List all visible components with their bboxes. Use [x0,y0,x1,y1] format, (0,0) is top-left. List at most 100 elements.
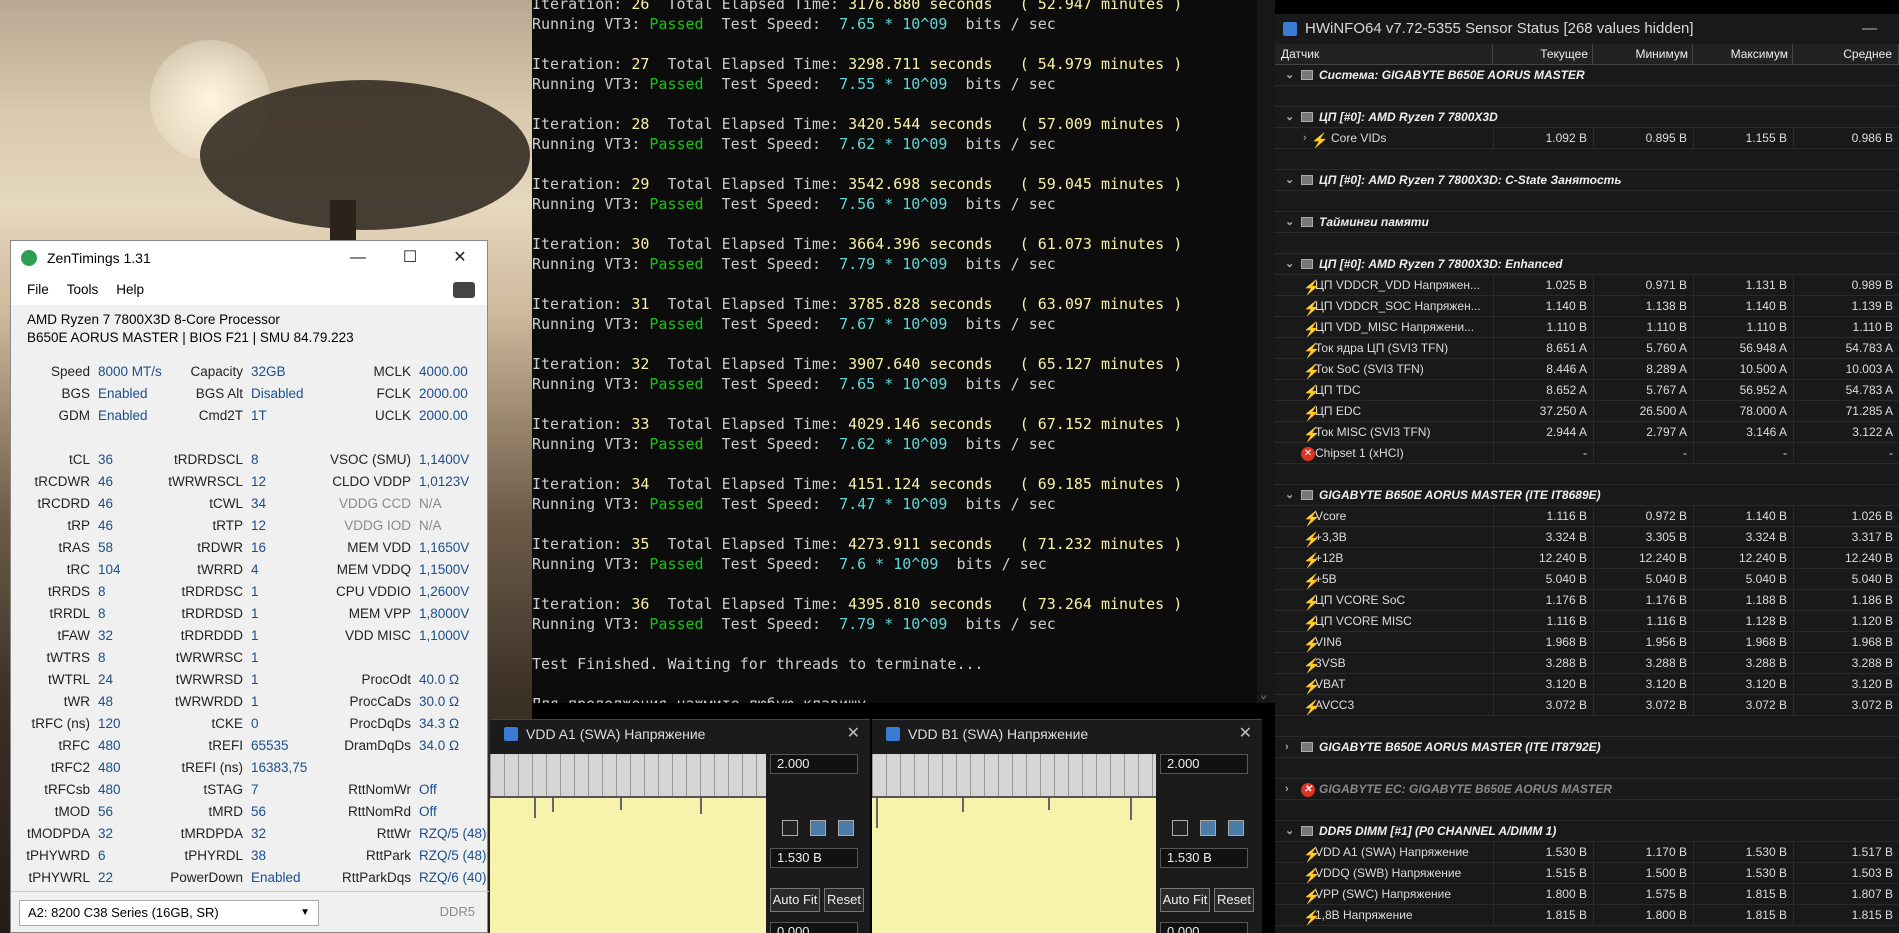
graph-a-min-field[interactable]: 0.000 [770,922,858,933]
sensor-current: 1.025 В [1493,275,1593,295]
sensor-row[interactable]: ⚡ ЦП VDDCR_SOC Напряжен... 1.140 В 1.138 В1… [1275,296,1899,317]
minimize-icon[interactable]: — [335,241,381,275]
sensor-row[interactable]: ⚡ +12В 12.240 В 12.240 В 12.240 В 12.240 В [1275,548,1899,569]
sensor-current: 2.944 A [1493,422,1593,442]
sensor-row[interactable]: ⚡ VDD A1 (SWA) Напряжение 1.530 В 1.170 В 1.… [1275,842,1899,863]
chevron-down-icon[interactable]: ⌄ [1285,65,1294,85]
sensor-group[interactable]: ⌄ DDR5 DIMM [#1] (P0 CHANNEL A/DIMM 1) [1275,821,1899,842]
chevron-right-icon[interactable]: › [1285,779,1289,799]
timing-row: tRRDL 8 tRDRDSD 1 MEM VPP 1,8000V [11,603,489,625]
timing-value: 8 [251,452,259,467]
graph-a-max-field[interactable]: 2.000 [770,754,858,774]
sensor-row[interactable]: ⚡ ЦП VDDCR_VDD Напряжен... 1.025 В 0.971 В1… [1275,275,1899,296]
sensor-row[interactable]: ⚡ VIN6 1.968 В 1.956 В 1.968 В 1.968 В [1275,632,1899,653]
sensor-row[interactable]: ⚡ Ток MISC (SVI3 TFN) 2.944 A 2.797 A 3.146 … [1275,422,1899,443]
console-iteration-line: Iteration: 33 Total Elapsed Time: 4029.1… [532,415,1183,433]
column-max[interactable]: Максимум [1693,44,1793,64]
sensor-row[interactable]: ⚡ 1,8В Напряжение 1.815 В 1.800 В 1.815 В 1.8… [1275,905,1899,926]
close-icon[interactable]: ✕ [847,720,860,748]
sensor-row[interactable]: ⚡ ЦП EDC 37.250 A 26.500 A 78.000 A 71.285 A [1275,401,1899,422]
graph-window-vdd-b1[interactable]: VDD B1 (SWA) Напряжение ✕ 2.000 1.530 В … [872,719,1262,933]
chevron-down-icon[interactable]: ⌄ [1285,170,1294,190]
zentimings-window[interactable]: ZenTimings 1.31 — ☐ ✕ File Tools Help AM… [10,240,489,933]
chevron-down-icon[interactable]: ⌄ [1285,212,1294,232]
graph-b-autofit-button[interactable]: Auto Fit [1160,888,1210,912]
timing-value: 2000.00 [419,408,468,423]
console-window[interactable]: Iteration: 26 Total Elapsed Time: 3176.8… [532,0,1275,703]
close-icon[interactable]: ✕ [437,241,483,275]
sensor-row[interactable]: ⚡ Vcore 1.116 В 0.972 В 1.140 В 1.026 В [1275,506,1899,527]
sensor-group[interactable]: ⌄ ЦП [#0]: AMD Ryzen 7 7800X3D: Enhanced [1275,254,1899,275]
sensor-row[interactable]: ⚡ AVCC3 3.072 В 3.072 В 3.072 В 3.072 В [1275,695,1899,716]
graph-b-option-checkbox[interactable] [1172,820,1188,836]
sensor-row[interactable]: ⚡ Ток ядра ЦП (SVI3 TFN) 8.651 A 5.760 A 56.… [1275,338,1899,359]
sensor-row[interactable]: ⚡ VDDQ (SWB) Напряжение 1.515 В 1.500 В 1.53… [1275,863,1899,884]
sensor-group[interactable]: › ✕ GIGABYTE EC: GIGABYTE B650E AORUS MAST… [1275,779,1899,800]
sensor-group[interactable]: ⌄ Система: GIGABYTE B650E AORUS MASTER [1275,65,1899,86]
graph-b-reset-button[interactable]: Reset [1214,888,1254,912]
sensor-row[interactable]: ⚡ ЦП VCORE MISC 1.116 В 1.116 В 1.128 В 1.120… [1275,611,1899,632]
column-min[interactable]: Минимум [1593,44,1693,64]
sensor-avg: 1.807 В [1793,884,1899,904]
column-avg[interactable]: Среднее [1793,44,1899,64]
sensor-row[interactable]: ⚡ ЦП VCORE SoC 1.176 В 1.176 В 1.188 В 1.186 … [1275,590,1899,611]
maximize-icon[interactable]: ☐ [387,241,433,275]
minimize-icon[interactable]: — [1862,14,1877,44]
sensor-row[interactable]: ⚡ ЦП VDD_MISC Напряжени... 1.110 В 1.110 В1… [1275,317,1899,338]
sensor-max: 1.815 В [1693,905,1793,925]
sensor-name: ЦП VCORE SoC [1315,593,1406,607]
close-icon[interactable]: ✕ [1239,720,1252,748]
sensor-group[interactable]: ⌄ GIGABYTE B650E AORUS MASTER (ITE IT8689… [1275,485,1899,506]
sensor-name: VPP (SWC) Напряжение [1315,887,1452,901]
dimm-select[interactable]: A2: 8200 C38 Series (16GB, SR) ▼ [19,900,319,926]
sensor-row[interactable]: ⚡ Ток SoC (SVI3 TFN) 8.446 A 8.289 A 10.500 … [1275,359,1899,380]
chevron-down-icon[interactable]: ⌄ [1285,821,1294,841]
sensor-group[interactable]: › GIGABYTE B650E AORUS MASTER (ITE IT8792… [1275,737,1899,758]
chevron-down-icon[interactable]: ⌄ [1285,485,1294,505]
timing-label: ProcOdt [361,672,411,687]
graph-a-option-checkbox[interactable] [782,820,798,836]
sensor-row[interactable]: ⚡ VBAT 3.120 В 3.120 В 3.120 В 3.120 В [1275,674,1899,695]
sensor-max: 1.530 В [1693,842,1793,862]
menu-file[interactable]: File [27,275,49,305]
graph-b-option-checkbox[interactable] [1228,820,1244,836]
graph-a-option-checkbox[interactable] [810,820,826,836]
sensor-group[interactable]: ⌄ Тайминги памяти [1275,212,1899,233]
chevron-down-icon[interactable]: ⌄ [1285,254,1294,274]
chevron-right-icon[interactable]: › [1303,128,1307,148]
console-vt3-line: Running VT3: Passed Test Speed: 7.67 * 1… [532,315,1056,333]
column-current[interactable]: Текущее [1493,44,1593,64]
screenshot-camera-icon[interactable] [453,282,475,298]
sensor-row[interactable]: ✕ Chipset 1 (xHCI) - - - - [1275,443,1899,464]
hwinfo-window[interactable]: HWiNFO64 v7.72-5355 Sensor Status [268 v… [1275,14,1899,933]
menu-tools[interactable]: Tools [67,275,99,305]
sensor-row[interactable]: ⚡ ЦП TDC 8.652 A 5.767 A 56.952 A 54.783 A [1275,380,1899,401]
scroll-down-icon[interactable]: ⌄ [1260,687,1267,701]
sensor-avg: 1.968 В [1793,632,1899,652]
graph-window-vdd-a1[interactable]: VDD A1 (SWA) Напряжение ✕ 2.000 1.530 В … [490,719,870,933]
graph-a-reset-button[interactable]: Reset [824,888,864,912]
sensor-group-name: DDR5 DIMM [#1] (P0 CHANNEL A/DIMM 1) [1319,824,1557,838]
graph-a-autofit-button[interactable]: Auto Fit [770,888,820,912]
timing-label: RttParkDqs [341,870,411,885]
timing-row: tWTRS 8 tWRWRSC 1 [11,647,489,669]
sensor-row[interactable]: ⚡ +5В 5.040 В 5.040 В 5.040 В 5.040 В [1275,569,1899,590]
graph-b-option-checkbox[interactable] [1200,820,1216,836]
graph-b-max-field[interactable]: 2.000 [1160,754,1248,774]
menu-help[interactable]: Help [116,275,144,305]
console-scrollbar[interactable]: ⌄ [1257,0,1275,703]
sensor-group[interactable]: ⌄ ЦП [#0]: AMD Ryzen 7 7800X3D [1275,107,1899,128]
graph-b-min-field[interactable]: 0.000 [1160,922,1248,933]
chevron-right-icon[interactable]: › [1285,737,1289,757]
sensor-row[interactable]: › ⚡ Core VIDs 1.092 В 0.895 В 1.155 В 0.986 В [1275,128,1899,149]
sensor-row[interactable]: ⚡ 3VSB 3.288 В 3.288 В 3.288 В 3.288 В [1275,653,1899,674]
voltage-bolt-icon: ⚡ [1303,678,1321,694]
sensor-row[interactable]: ⚡ VPP (SWC) Напряжение 1.800 В 1.575 В 1.815… [1275,884,1899,905]
graph-b-grid [872,754,1156,796]
graph-a-option-checkbox[interactable] [838,820,854,836]
sensor-group[interactable]: ⌄ ЦП [#0]: AMD Ryzen 7 7800X3D: C-State З… [1275,170,1899,191]
chevron-down-icon[interactable]: ⌄ [1285,107,1294,127]
column-sensor[interactable]: Датчик [1275,44,1493,64]
sensor-max: - [1693,443,1793,463]
sensor-row[interactable]: ⚡ +3,3В 3.324 В 3.305 В 3.324 В 3.317 В [1275,527,1899,548]
